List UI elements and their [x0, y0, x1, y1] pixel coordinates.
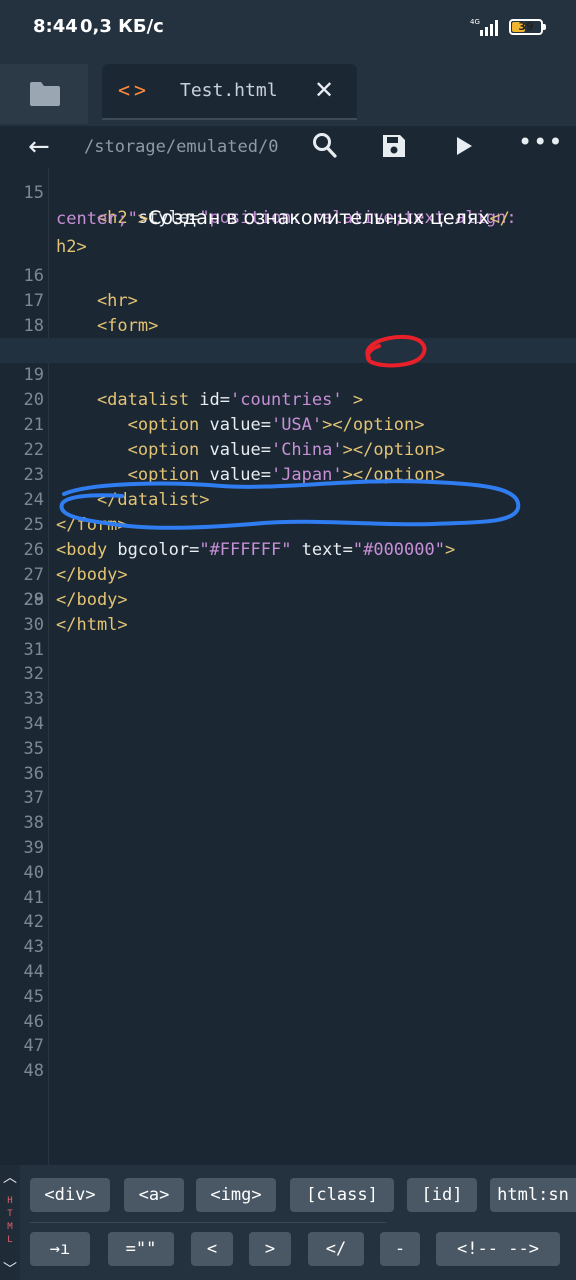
line-number: 46 — [23, 1012, 44, 1032]
line-number: 30 — [23, 615, 44, 635]
save-icon[interactable] — [381, 132, 407, 160]
snippet-a-button[interactable]: <a> — [124, 1178, 184, 1212]
line-number: 34 — [23, 714, 44, 734]
snippet-bar: ︿ HTML ﹀ <div> <a> <img> [class] [id] ht… — [0, 1165, 576, 1280]
empty-line: 46 — [0, 1010, 576, 1035]
empty-line: 44 — [0, 960, 576, 985]
chevron-up-icon[interactable]: ︿ — [3, 1167, 17, 1187]
battery-level: 39 — [518, 20, 534, 33]
snippet-close-tag-button[interactable]: </ — [308, 1232, 364, 1266]
code-line: 21 <option value='China'></option> — [0, 388, 576, 460]
snippet-id-button[interactable]: [id] — [407, 1178, 477, 1212]
empty-line: 48 — [0, 1059, 576, 1084]
empty-line: 41 — [0, 886, 576, 911]
empty-line: 42 — [0, 910, 576, 935]
tab-bar: <> Test.html ✕ — [0, 56, 576, 126]
code-line: 27 </body> — [0, 538, 576, 610]
folder-icon — [30, 82, 60, 106]
annotation-blue-outline — [59, 479, 521, 530]
snippet-html-sn-button[interactable]: html:sn — [490, 1178, 576, 1212]
status-time: 8:44 — [33, 16, 78, 37]
code-line: center;">Создан в ознакомительных целях<… — [0, 181, 576, 229]
battery-icon: 39 — [509, 19, 546, 35]
line-number: 45 — [23, 987, 44, 1007]
empty-line: 34 — [0, 712, 576, 737]
tab-underline — [102, 118, 357, 120]
status-bar: 8:44 0,3 КБ/с 4G 39 — [0, 0, 576, 56]
more-options-icon[interactable]: ••• — [518, 128, 563, 156]
snippet-tab-button[interactable]: →ı — [30, 1232, 90, 1266]
toolbar: ← /storage/emulated/0 ••• — [0, 126, 576, 168]
line-number: 35 — [23, 739, 44, 759]
annotation-red-circle — [365, 334, 427, 368]
empty-line: 37 — [0, 786, 576, 811]
empty-line: 39 — [0, 836, 576, 861]
network-type-label: 4G — [470, 18, 480, 26]
empty-line: 31 — [0, 638, 576, 663]
snippet-greater-than-button[interactable]: > — [249, 1232, 291, 1266]
line-number: 42 — [23, 912, 44, 932]
code-line: 16 <hr> — [0, 239, 576, 311]
empty-line: 32 — [0, 662, 576, 687]
tab-test-html[interactable]: <> Test.html ✕ — [102, 64, 357, 120]
chevron-down-icon[interactable]: ﹀ — [3, 1259, 17, 1279]
line-number: 36 — [23, 764, 44, 784]
code-line: you from?' list='countries' > — [0, 314, 576, 361]
line-number: 47 — [23, 1036, 44, 1056]
empty-line: 40 — [0, 861, 576, 886]
code-line: 22 <option value='Japan'></option> — [0, 413, 576, 485]
code-line: 18 <input type='text' placeholder='Where… — [0, 289, 576, 361]
code-line: 28 </html> — [0, 563, 576, 635]
line-number: 31 — [23, 640, 44, 660]
code-line: 15 <h2 style="position: relative;text-al… — [0, 168, 576, 228]
line-number: 44 — [23, 962, 44, 982]
code-line: 17 <form> — [0, 264, 576, 336]
snippet-language-switcher[interactable]: ︿ HTML ﹀ — [0, 1165, 20, 1280]
tab-title: Test.html — [180, 80, 278, 101]
signal-icon: 4G — [470, 18, 498, 36]
close-tab-icon[interactable]: ✕ — [314, 76, 334, 104]
snippet-equals-quotes-button[interactable]: ="" — [108, 1232, 174, 1266]
file-browser-button[interactable] — [0, 64, 88, 124]
status-network-speed: 0,3 КБ/с — [80, 16, 164, 37]
line-number: 32 — [23, 664, 44, 684]
code-line: 20 <option value='USA'></option> — [0, 363, 576, 435]
line-number: 43 — [23, 937, 44, 957]
empty-line: 29 — [0, 588, 576, 613]
snippet-dash-button[interactable]: - — [380, 1232, 420, 1266]
empty-line: 38 — [0, 811, 576, 836]
line-number: 38 — [23, 813, 44, 833]
code-line-current: 19 <datalist id='countries' > — [0, 338, 576, 410]
search-icon[interactable] — [312, 132, 338, 160]
snippet-language-label: HTML — [7, 1196, 13, 1245]
snippet-comment-button[interactable]: <!-- --> — [436, 1232, 560, 1266]
line-number: 41 — [23, 888, 44, 908]
line-number: 39 — [23, 838, 44, 858]
code-line: 23 </datalist> — [0, 438, 576, 510]
empty-line: 45 — [0, 985, 576, 1010]
line-number: 37 — [23, 788, 44, 808]
back-arrow-icon[interactable]: ← — [28, 132, 50, 162]
line-number: 48 — [23, 1061, 44, 1081]
snippet-img-button[interactable]: <img> — [196, 1178, 276, 1212]
empty-line: 30 — [0, 613, 576, 638]
empty-line: 35 — [0, 737, 576, 762]
snippet-class-button[interactable]: [class] — [290, 1178, 394, 1212]
run-icon[interactable] — [452, 132, 476, 160]
snippet-div-button[interactable]: <div> — [30, 1178, 110, 1212]
line-number: 29 — [23, 590, 44, 610]
code-editor[interactable]: 15 <h2 style="position: relative;text-al… — [0, 168, 576, 1165]
empty-line: 36 — [0, 762, 576, 787]
code-line: h2> — [0, 210, 576, 257]
line-number: 40 — [23, 863, 44, 883]
file-path: /storage/emulated/0 — [84, 137, 279, 157]
empty-line: 43 — [0, 935, 576, 960]
empty-line: 33 — [0, 687, 576, 712]
line-number: 33 — [23, 689, 44, 709]
snippet-row-divider — [30, 1222, 386, 1223]
empty-line: 47 — [0, 1034, 576, 1059]
snippet-less-than-button[interactable]: < — [191, 1232, 233, 1266]
code-icon: <> — [118, 78, 151, 102]
